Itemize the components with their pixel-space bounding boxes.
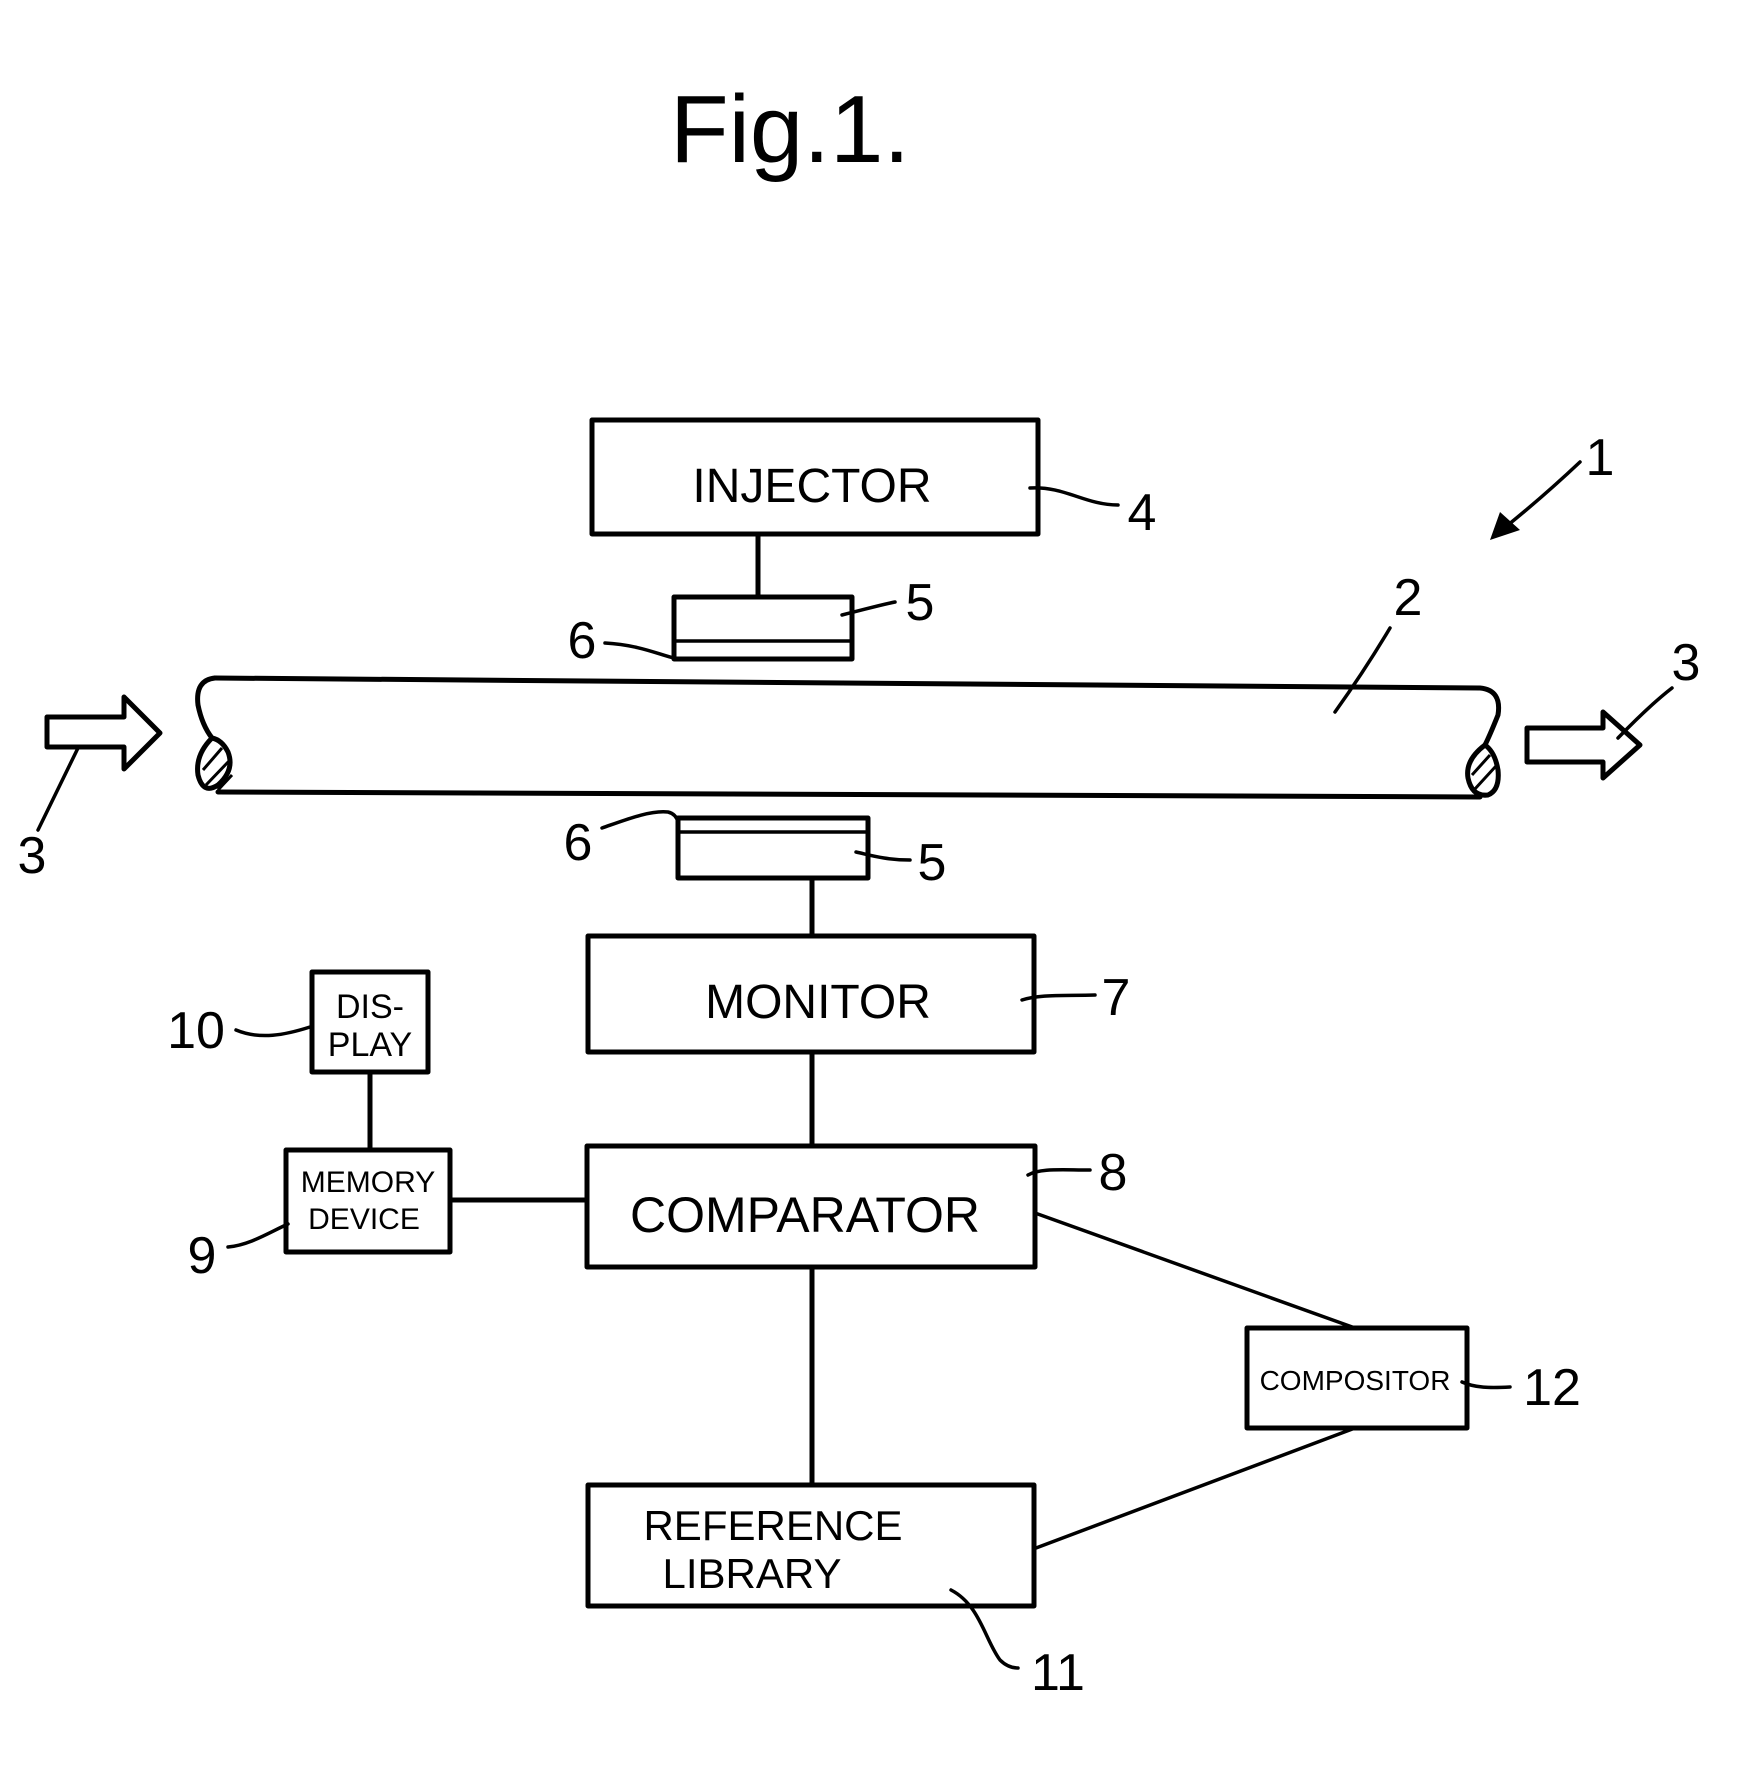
pointer-line — [1506, 460, 1582, 527]
comparator-label: COMPARATOR — [630, 1187, 980, 1243]
ref-1: 1 — [1586, 429, 1615, 487]
conn-compositor-library — [1034, 1426, 1357, 1550]
reference-library-block[interactable]: REFERENCE LIBRARY 11 — [585, 1482, 1085, 1702]
memory-device-leader — [226, 1222, 290, 1249]
display-block[interactable]: DIS- PLAY 10 — [167, 969, 431, 1075]
probe-top-leader-6 — [603, 641, 676, 660]
ref-2: 2 — [1394, 569, 1423, 627]
reference-library-label-line1: REFERENCE — [643, 1502, 902, 1549]
flow-in-arrow: 3 — [18, 694, 163, 885]
probe-bottom-body — [675, 815, 871, 881]
pipe-leader-2 — [1333, 626, 1392, 714]
display-leader — [234, 1025, 312, 1038]
ref-3-in: 3 — [18, 827, 47, 885]
compositor-block[interactable]: COMPOSITOR 12 — [1244, 1325, 1581, 1431]
injector-label: INJECTOR — [692, 460, 931, 513]
probe-top-body — [671, 594, 855, 662]
display-label-line2: PLAY — [328, 1026, 412, 1064]
ref-5-top: 5 — [906, 574, 935, 632]
comparator-block[interactable]: COMPARATOR 8 — [584, 1143, 1128, 1270]
injector-leader — [1028, 486, 1120, 507]
ref-3-out: 3 — [1672, 634, 1701, 692]
pipe-top-edge — [212, 675, 1502, 748]
reference-library-leader — [949, 1588, 1020, 1670]
ref-5-bottom: 5 — [918, 834, 947, 892]
flow-out-arrow-icon — [1524, 709, 1643, 781]
display-label-line1: DIS- — [336, 988, 404, 1026]
ref-6-bottom: 6 — [564, 814, 593, 872]
hatch-line — [201, 747, 224, 771]
reference-library-label-line2: LIBRARY — [663, 1550, 842, 1597]
pipe: 2 — [195, 569, 1502, 800]
probe-bottom: 5 6 — [564, 810, 947, 892]
injector-block[interactable]: INJECTOR 4 — [589, 417, 1157, 542]
memory-device-block[interactable]: MEMORY DEVICE 9 — [188, 1147, 453, 1285]
system-pointer: 1 — [1490, 429, 1614, 540]
diagram-canvas: Fig.1. 1 INJECTOR 4 5 6 2 3 3 5 6 MONITO… — [18, 76, 1701, 1702]
ref-4: 4 — [1128, 484, 1157, 542]
figure-title: Fig.1. — [670, 76, 910, 183]
ref-9: 9 — [188, 1227, 217, 1285]
ref-8: 8 — [1099, 1144, 1128, 1202]
pipe-left-end — [195, 675, 218, 741]
probe-top: 5 6 — [568, 574, 935, 670]
ref-11: 11 — [1031, 1644, 1085, 1702]
flow-in-leader — [36, 746, 80, 832]
arrowhead-icon — [1490, 512, 1520, 540]
flow-in-arrow-icon — [44, 694, 163, 772]
ref-10: 10 — [167, 1002, 225, 1060]
ref-7: 7 — [1102, 969, 1131, 1027]
flow-out-leader — [1616, 686, 1674, 740]
compositor-label: COMPOSITOR — [1260, 1365, 1451, 1396]
pipe-bottom-edge — [215, 789, 1483, 800]
conn-comparator-compositor — [1033, 1211, 1357, 1330]
probe-bottom-leader-5 — [854, 850, 912, 862]
ref-12: 12 — [1523, 1359, 1581, 1417]
probe-bottom-leader-6 — [600, 810, 680, 830]
memory-device-label-line2: DEVICE — [308, 1203, 420, 1236]
monitor-block[interactable]: MONITOR 7 — [585, 933, 1131, 1055]
ref-6-top: 6 — [568, 612, 597, 670]
flow-out-arrow: 3 — [1524, 634, 1701, 781]
memory-device-label-line1: MEMORY — [301, 1166, 435, 1199]
monitor-label: MONITOR — [705, 976, 931, 1029]
